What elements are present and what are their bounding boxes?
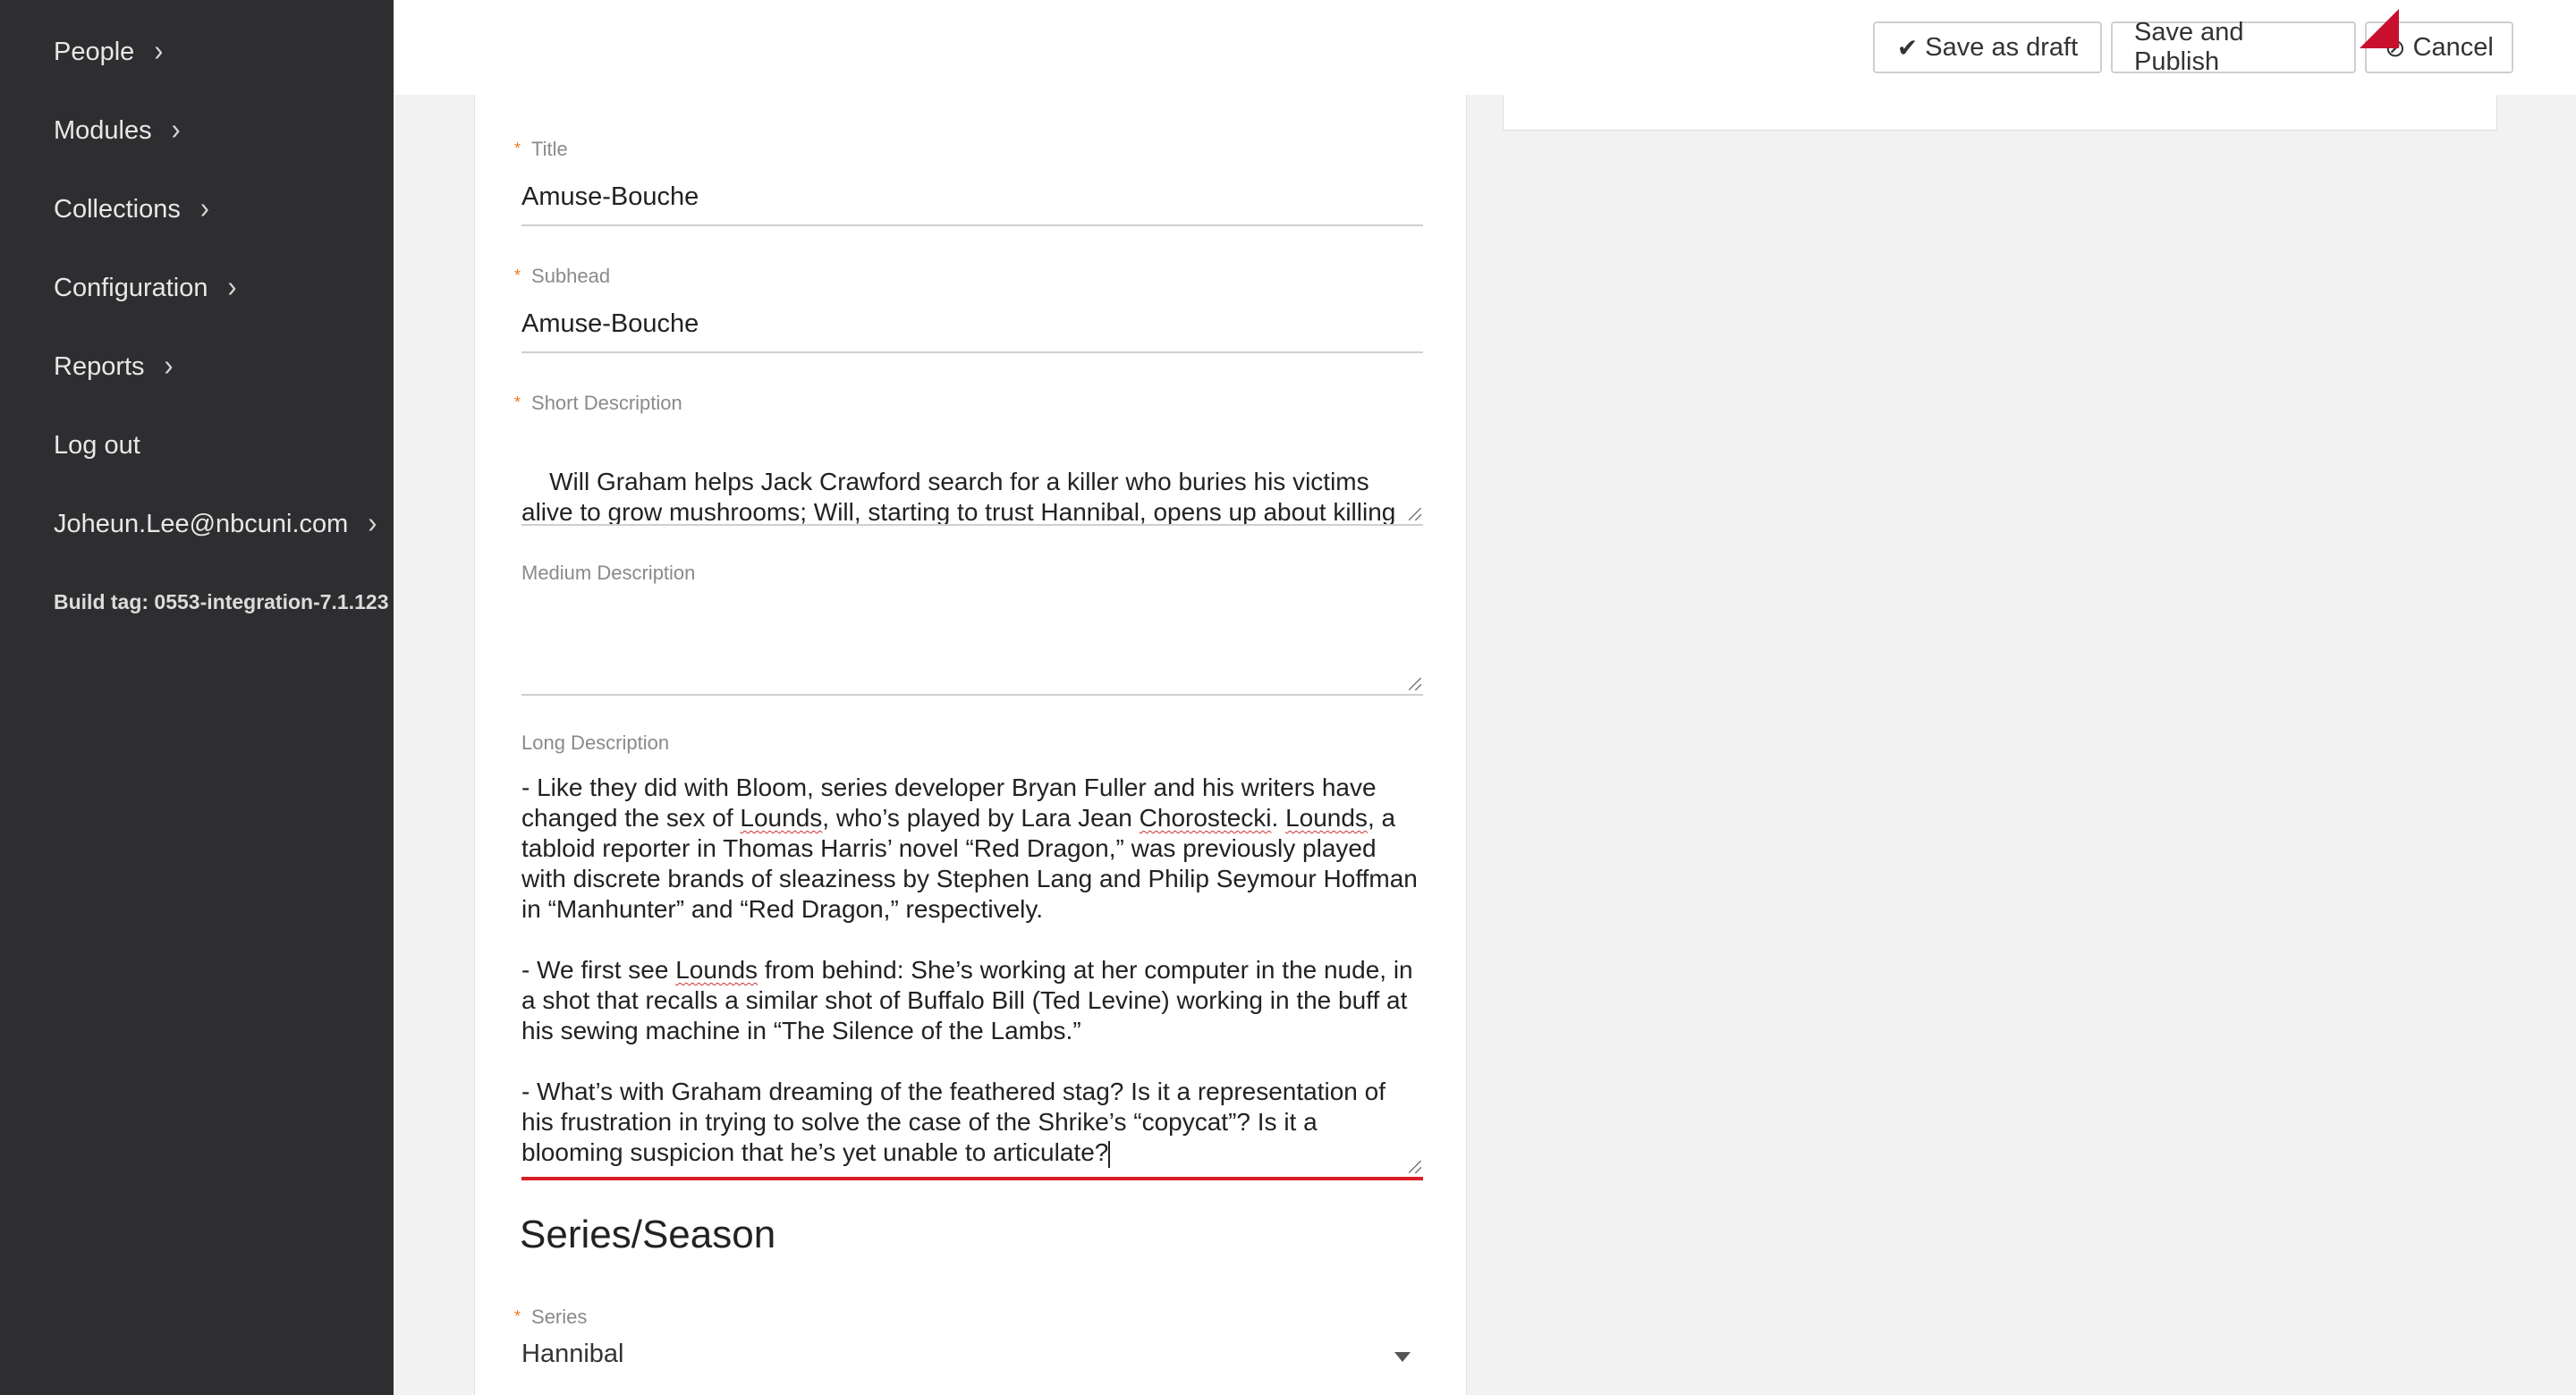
required-marker: * <box>514 393 521 411</box>
sidebar-item-reports[interactable]: Reports › <box>54 340 174 393</box>
save-as-draft-label: Save as draft <box>1925 32 2079 62</box>
short-description-textarea[interactable]: Will Graham helps Jack Crawford search f… <box>521 436 1423 526</box>
resize-handle-icon[interactable] <box>1409 508 1421 520</box>
series-label: * Series <box>514 1306 588 1328</box>
side-panel-card <box>1503 95 2497 131</box>
pointer-marker-icon <box>2360 9 2399 48</box>
save-and-publish-button[interactable]: Save and Publish <box>2111 18 2356 76</box>
chevron-right-icon: › <box>227 271 237 304</box>
chevron-right-icon: › <box>154 35 164 68</box>
required-marker: * <box>514 1307 521 1325</box>
resize-handle-icon[interactable] <box>1409 678 1421 690</box>
dropdown-arrow-icon <box>1394 1352 1411 1362</box>
medium-description-label: Medium Description <box>521 562 696 584</box>
series-select[interactable]: Hannibal <box>521 1340 1423 1384</box>
save-and-publish-label: Save and Publish <box>2134 18 2244 76</box>
required-marker: * <box>514 140 521 157</box>
resize-handle-icon[interactable] <box>1409 1161 1421 1173</box>
checkmark-icon: ✔ <box>1896 33 1919 62</box>
series-select-value: Hannibal <box>521 1340 624 1368</box>
chevron-right-icon: › <box>171 114 181 147</box>
sidebar: People › Modules › Collections › Configu… <box>0 0 394 1395</box>
text-cursor <box>1108 1140 1111 1168</box>
title-label: * Title <box>514 138 568 160</box>
edit-form: * Title Amuse-Bouche * Subhead Amuse-Bouch… <box>474 95 1467 1395</box>
required-marker: * <box>514 266 521 284</box>
medium-description-textarea[interactable] <box>521 601 1423 696</box>
sidebar-item-configuration[interactable]: Configuration › <box>54 261 237 315</box>
sidebar-item-modules[interactable]: Modules › <box>54 104 181 157</box>
subhead-input[interactable]: Amuse-Bouche <box>521 309 1423 353</box>
chevron-right-icon: › <box>368 507 377 540</box>
sidebar-item-user-account[interactable]: Joheun.Lee@nbcuni.com › <box>54 497 377 551</box>
sidebar-item-label: Reports <box>54 351 145 381</box>
sidebar-item-people[interactable]: People › <box>54 25 163 79</box>
title-input[interactable]: Amuse-Bouche <box>521 182 1423 226</box>
sidebar-item-label: Joheun.Lee@nbcuni.com <box>54 509 349 538</box>
sidebar-item-label: Collections <box>54 194 181 224</box>
cancel-label: Cancel <box>2412 32 2494 62</box>
sidebar-item-label: Modules <box>54 115 152 145</box>
chevron-right-icon: › <box>199 192 209 225</box>
subhead-label: * Subhead <box>514 265 611 287</box>
sidebar-item-label: Configuration <box>54 273 208 302</box>
section-heading-series-season: Series/Season <box>520 1213 776 1256</box>
sidebar-item-label: People <box>54 37 135 66</box>
short-description-label: * Short Description <box>514 392 682 414</box>
save-as-draft-button[interactable]: ✔ Save as draft <box>1873 21 2102 73</box>
sidebar-item-label: Log out <box>54 430 140 460</box>
sidebar-item-collections[interactable]: Collections › <box>54 182 209 236</box>
long-description-label: Long Description <box>521 731 670 754</box>
build-tag: Build tag: 0553-integration-7.1.123 <box>54 590 389 613</box>
chevron-right-icon: › <box>164 350 174 383</box>
sidebar-item-logout[interactable]: Log out <box>54 418 140 472</box>
long-description-textarea[interactable]: - Like they did with Bloom, series devel… <box>521 773 1423 1180</box>
